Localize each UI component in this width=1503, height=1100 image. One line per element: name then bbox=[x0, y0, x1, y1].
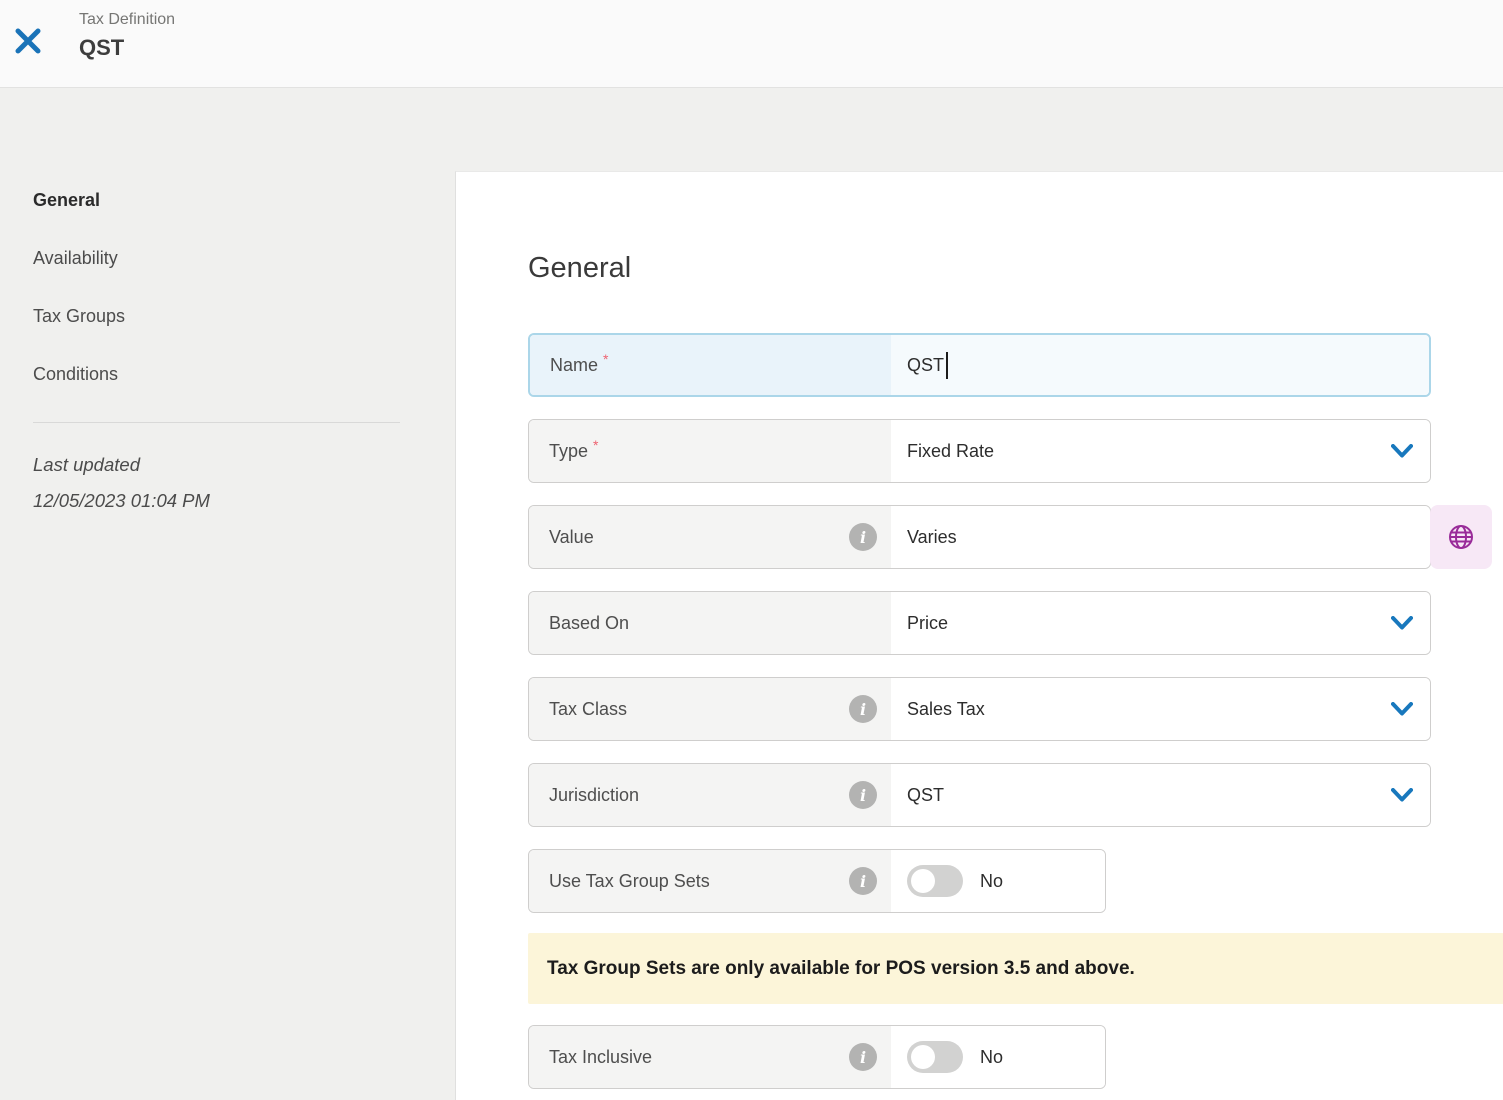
tax-class-select[interactable]: Sales Tax bbox=[891, 678, 1430, 740]
name-label-cell: Name * bbox=[530, 335, 891, 395]
name-value: QST bbox=[907, 355, 944, 376]
chevron-down-icon bbox=[1391, 616, 1413, 630]
tax-inclusive-toggle[interactable] bbox=[907, 1041, 963, 1073]
info-icon[interactable]: i bbox=[849, 1043, 877, 1071]
type-label: Type bbox=[549, 441, 588, 462]
field-row-tax-class: Tax Class i Sales Tax bbox=[528, 677, 1431, 741]
sidebar-item-conditions[interactable]: Conditions bbox=[33, 363, 118, 385]
value-input[interactable]: Varies bbox=[891, 506, 1430, 568]
section-title: General bbox=[528, 252, 1503, 284]
sidebar: General Availability Tax Groups Conditio… bbox=[0, 89, 455, 1100]
value-label-cell: Value i bbox=[529, 506, 891, 568]
jurisdiction-value: QST bbox=[907, 785, 944, 806]
chevron-down-icon bbox=[1391, 788, 1413, 802]
close-icon bbox=[13, 26, 43, 56]
field-row-tax-inclusive: Tax Inclusive i No bbox=[528, 1025, 1106, 1089]
use-tax-group-sets-state: No bbox=[980, 871, 1003, 892]
main-panel: General Name * QST Type * Fixed Rate bbox=[455, 171, 1503, 1100]
use-tax-group-sets-label-cell: Use Tax Group Sets i bbox=[529, 850, 891, 912]
name-label: Name bbox=[550, 355, 598, 376]
field-row-use-tax-group-sets: Use Tax Group Sets i No bbox=[528, 849, 1106, 913]
use-tax-group-sets-label: Use Tax Group Sets bbox=[549, 871, 710, 892]
field-row-based-on: Based On Price bbox=[528, 591, 1431, 655]
based-on-label-cell: Based On bbox=[529, 592, 891, 654]
tax-class-value: Sales Tax bbox=[907, 699, 985, 720]
close-button[interactable] bbox=[11, 24, 45, 58]
sidebar-divider bbox=[33, 422, 400, 423]
last-updated-value: 12/05/2023 01:04 PM bbox=[33, 483, 455, 519]
tax-inclusive-state: No bbox=[980, 1047, 1003, 1068]
info-icon[interactable]: i bbox=[849, 867, 877, 895]
chevron-down-icon bbox=[1391, 702, 1413, 716]
required-asterisk: * bbox=[603, 351, 608, 367]
sidebar-item-availability[interactable]: Availability bbox=[33, 247, 118, 269]
info-icon[interactable]: i bbox=[849, 781, 877, 809]
page-title: QST bbox=[79, 32, 175, 64]
globe-icon bbox=[1444, 520, 1478, 554]
tax-definition-form: Name * QST Type * Fixed Rate bbox=[528, 333, 1431, 1089]
last-updated: Last updated 12/05/2023 01:04 PM bbox=[33, 447, 455, 519]
jurisdiction-label: Jurisdiction bbox=[549, 785, 639, 806]
based-on-select[interactable]: Price bbox=[891, 592, 1430, 654]
type-label-cell: Type * bbox=[529, 420, 891, 482]
jurisdiction-label-cell: Jurisdiction i bbox=[529, 764, 891, 826]
info-icon[interactable]: i bbox=[849, 695, 877, 723]
tax-class-label: Tax Class bbox=[549, 699, 627, 720]
field-row-name: Name * QST bbox=[528, 333, 1431, 397]
field-row-type: Type * Fixed Rate bbox=[528, 419, 1431, 483]
text-cursor bbox=[946, 352, 948, 379]
sidebar-item-general[interactable]: General bbox=[33, 189, 100, 211]
type-select[interactable]: Fixed Rate bbox=[891, 420, 1430, 482]
jurisdiction-select[interactable]: QST bbox=[891, 764, 1430, 826]
name-input[interactable]: QST bbox=[891, 335, 1429, 395]
chevron-down-icon bbox=[1391, 444, 1413, 458]
based-on-value: Price bbox=[907, 613, 948, 634]
tax-inclusive-label: Tax Inclusive bbox=[549, 1047, 652, 1068]
tax-inclusive-label-cell: Tax Inclusive i bbox=[529, 1026, 891, 1088]
header: Tax Definition QST bbox=[0, 0, 1503, 88]
use-tax-group-sets-toggle-cell: No bbox=[891, 850, 1105, 912]
type-value: Fixed Rate bbox=[907, 441, 994, 462]
pos-version-banner: Tax Group Sets are only available for PO… bbox=[528, 933, 1503, 1004]
sidebar-nav: General Availability Tax Groups Conditio… bbox=[0, 89, 455, 385]
tax-class-label-cell: Tax Class i bbox=[529, 678, 891, 740]
based-on-label: Based On bbox=[549, 613, 629, 634]
value-label: Value bbox=[549, 527, 594, 548]
field-row-jurisdiction: Jurisdiction i QST bbox=[528, 763, 1431, 827]
info-icon[interactable]: i bbox=[849, 523, 877, 551]
toggle-knob-icon bbox=[911, 1045, 935, 1069]
toggle-knob-icon bbox=[911, 869, 935, 893]
required-asterisk: * bbox=[593, 437, 598, 453]
localization-button[interactable] bbox=[1430, 505, 1492, 569]
page-type-label: Tax Definition bbox=[79, 8, 175, 32]
sidebar-item-tax-groups[interactable]: Tax Groups bbox=[33, 305, 125, 327]
field-row-value: Value i Varies bbox=[528, 505, 1431, 569]
pos-version-banner-text: Tax Group Sets are only available for PO… bbox=[547, 958, 1135, 980]
value-value: Varies bbox=[907, 527, 957, 548]
last-updated-label: Last updated bbox=[33, 447, 455, 483]
use-tax-group-sets-toggle[interactable] bbox=[907, 865, 963, 897]
tax-inclusive-toggle-cell: No bbox=[891, 1026, 1105, 1088]
